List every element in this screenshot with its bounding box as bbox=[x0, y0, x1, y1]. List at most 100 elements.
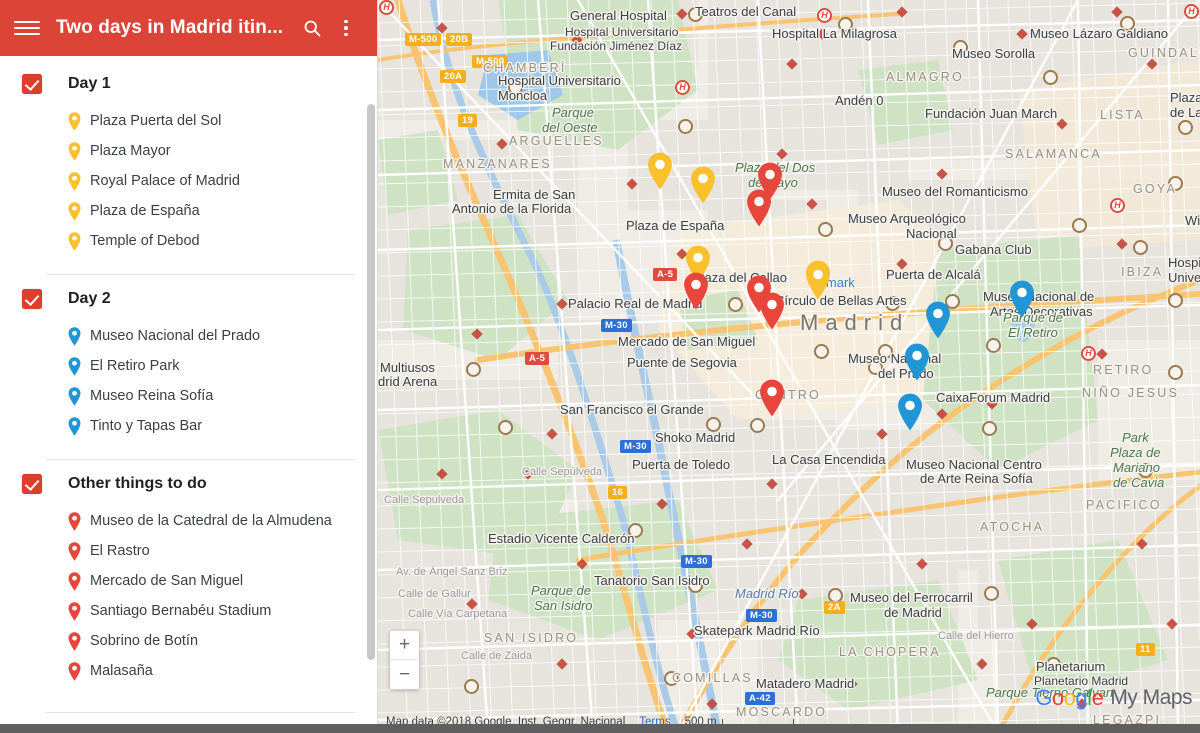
map-pin-icon bbox=[68, 111, 81, 131]
map-marker-museo-reina-sofia[interactable] bbox=[897, 393, 923, 431]
list-item[interactable]: Royal Palace of Madrid bbox=[0, 166, 377, 196]
map-poi-icon bbox=[1138, 463, 1153, 478]
map-canvas bbox=[378, 0, 1200, 733]
hospital-icon: H bbox=[1110, 198, 1125, 213]
map-poi-icon bbox=[868, 360, 883, 375]
map-pin-icon bbox=[68, 386, 81, 406]
search-icon[interactable] bbox=[295, 11, 329, 45]
list-item[interactable]: Santiago Bernabéu Stadium bbox=[0, 596, 377, 626]
place-label: Plaza Mayor bbox=[90, 143, 171, 159]
map-poi-icon bbox=[986, 338, 1001, 353]
my-maps-text: My Maps bbox=[1110, 686, 1192, 709]
sidebar-scrollbar[interactable] bbox=[365, 56, 377, 733]
sidebar-header: Two days in Madrid itin... bbox=[0, 0, 377, 56]
layer-checkbox[interactable] bbox=[22, 474, 42, 494]
road-shield: A-42 bbox=[745, 692, 775, 705]
map-marker-el-retiro-park[interactable] bbox=[1009, 280, 1035, 318]
zoom-controls[interactable]: + − bbox=[390, 631, 419, 689]
place-label: Temple of Debod bbox=[90, 233, 200, 249]
more-vert-icon[interactable] bbox=[329, 11, 363, 45]
list-item[interactable]: Museo Reina Sofía bbox=[0, 381, 377, 411]
map-poi-icon bbox=[688, 7, 703, 22]
hospital-icon: H bbox=[817, 8, 832, 23]
road-shield: A-5 bbox=[653, 268, 678, 281]
map-poi-icon bbox=[1043, 70, 1058, 85]
map-marker-museo-almudena[interactable] bbox=[746, 189, 772, 227]
map-pin-icon bbox=[68, 356, 81, 376]
list-item[interactable]: Plaza Puerta del Sol bbox=[0, 106, 377, 136]
road-shield: 20B bbox=[446, 33, 473, 46]
layer-checkbox[interactable] bbox=[22, 289, 42, 309]
legend-layer-header[interactable]: Other things to do bbox=[0, 460, 377, 500]
list-item[interactable]: Plaza de España bbox=[0, 196, 377, 226]
zoom-out-button[interactable]: − bbox=[390, 660, 419, 689]
list-item[interactable]: Tinto y Tapas Bar bbox=[0, 411, 377, 441]
legend-panel: Day 1 Plaza Puerta del Sol Plaza Mayor Roya… bbox=[0, 56, 377, 733]
map-pin-icon bbox=[68, 631, 81, 651]
list-item[interactable]: Mercado de San Miguel bbox=[0, 566, 377, 596]
place-label: Royal Palace of Madrid bbox=[90, 173, 240, 189]
list-item[interactable]: El Rastro bbox=[0, 536, 377, 566]
layer-title: Other things to do bbox=[68, 475, 207, 492]
hospital-icon: H bbox=[1081, 346, 1096, 361]
list-item[interactable]: Museo de la Catedral de la Almudena bbox=[0, 506, 377, 536]
road-shield: M-500 bbox=[472, 55, 509, 68]
hospital-icon: H bbox=[379, 0, 394, 15]
sidebar-scrollbar-thumb[interactable] bbox=[367, 104, 375, 660]
layer-place-list: Museo Nacional del Prado El Retiro Park Mu… bbox=[0, 315, 377, 441]
hospital-icon: H bbox=[675, 80, 690, 95]
map-pin-icon bbox=[68, 326, 81, 346]
list-item[interactable]: El Retiro Park bbox=[0, 351, 377, 381]
map-poi-icon bbox=[1168, 293, 1183, 308]
list-item[interactable]: Museo Nacional del Prado bbox=[0, 321, 377, 351]
hamburger-icon[interactable] bbox=[14, 18, 40, 38]
layer-checkbox[interactable] bbox=[22, 74, 42, 94]
road-shield: A-5 bbox=[525, 352, 550, 365]
map-marker-el-rastro[interactable] bbox=[759, 379, 785, 417]
legend-divider bbox=[46, 712, 355, 713]
map-poi-icon bbox=[982, 421, 997, 436]
legend-layer-header[interactable]: Day 2 bbox=[0, 275, 377, 315]
map-poi-icon bbox=[1046, 657, 1061, 672]
layer-title: Day 1 bbox=[68, 75, 111, 92]
logo-letter-e: e bbox=[1091, 685, 1104, 710]
map-poi-icon bbox=[498, 420, 513, 435]
place-label: Malasaña bbox=[90, 663, 153, 679]
map-poi-icon bbox=[1168, 176, 1183, 191]
hospital-icon: H bbox=[1184, 4, 1199, 19]
map-poi-icon bbox=[814, 344, 829, 359]
layer-place-list: Plaza Puerta del Sol Plaza Mayor Royal Pal… bbox=[0, 100, 377, 256]
road-shield: M-30 bbox=[681, 555, 712, 568]
map-pin-icon bbox=[68, 141, 81, 161]
map-pin-icon bbox=[68, 231, 81, 251]
map-marker-caixaforum[interactable] bbox=[904, 343, 930, 381]
map-poi-icon bbox=[1133, 240, 1148, 255]
map-marker-museo-del-prado[interactable] bbox=[925, 301, 951, 339]
zoom-in-button[interactable]: + bbox=[390, 631, 419, 660]
place-label: Museo Nacional del Prado bbox=[90, 328, 261, 344]
map-poi-icon bbox=[1072, 218, 1087, 233]
road-shield: M-30 bbox=[601, 319, 632, 332]
road-shield: M-500 bbox=[405, 33, 442, 46]
map-poi-icon bbox=[878, 344, 893, 359]
map-pin-icon bbox=[68, 511, 81, 531]
map-poi-icon bbox=[750, 418, 765, 433]
map-poi-icon bbox=[728, 297, 743, 312]
map-marker-sobrino-de-botin[interactable] bbox=[759, 292, 785, 330]
map-marker-mercado-san-miguel[interactable] bbox=[683, 272, 709, 310]
map-marker-temple-of-debod[interactable] bbox=[647, 152, 673, 190]
list-item[interactable]: Plaza Mayor bbox=[0, 136, 377, 166]
list-item[interactable]: Malasaña bbox=[0, 656, 377, 686]
map-poi-icon bbox=[466, 362, 481, 377]
map-viewport[interactable]: H H H H H H M-500 20B M-500 20A 19 A-5 M-30 A-5 M-30 16… bbox=[378, 0, 1200, 733]
list-item[interactable]: Temple of Debod bbox=[0, 226, 377, 256]
list-item[interactable]: Sobrino de Botín bbox=[0, 626, 377, 656]
road-shield: 19 bbox=[458, 114, 478, 127]
place-label: Tinto y Tapas Bar bbox=[90, 418, 203, 434]
legend-layer: Day 2 Museo Nacional del Prado El Retiro P… bbox=[0, 275, 377, 445]
legend-layer: Day 1 Plaza Puerta del Sol Plaza Mayor Roya… bbox=[0, 60, 377, 260]
map-marker-plaza-de-espana[interactable] bbox=[690, 166, 716, 204]
map-marker-plaza-callao[interactable] bbox=[805, 262, 831, 300]
legend-layer-header[interactable]: Day 1 bbox=[0, 60, 377, 100]
logo-letter-g: G bbox=[1035, 685, 1052, 710]
